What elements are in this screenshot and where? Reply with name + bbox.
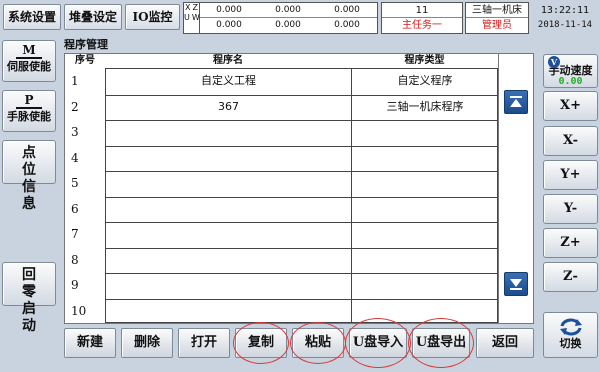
copy-button[interactable]: 复制: [235, 328, 287, 358]
table-header: 序号 程序名 程序类型: [65, 54, 498, 68]
handwheel-enable-label: 手脉使能: [7, 110, 51, 123]
handwheel-enable-button[interactable]: P 手脉使能: [2, 90, 56, 132]
row-program-type[interactable]: 自定义程序: [352, 74, 498, 88]
scroll-bottom-button[interactable]: [504, 272, 528, 296]
user-role: 管理员: [482, 20, 512, 31]
scroll-top-button[interactable]: [504, 90, 528, 114]
row-index: 6: [71, 201, 79, 216]
clock: 13:22:11 2018-11-14: [532, 3, 598, 32]
row-divider: [106, 273, 497, 274]
clock-time: 13:22:11: [540, 5, 590, 16]
switch-label: 切换: [559, 337, 582, 350]
row-index: 7: [71, 227, 79, 241]
stack-settings-button[interactable]: 堆叠设定: [64, 4, 122, 30]
column-name-header: 程序名: [213, 55, 243, 66]
clock-date: 2018-11-14: [537, 20, 593, 30]
row-index: 8: [71, 252, 79, 267]
row-divider: [106, 145, 497, 147]
coord-v-value: 0.000: [275, 20, 301, 30]
task-name: 主任务一: [402, 20, 442, 31]
column-type-header: 程序类型: [404, 55, 445, 66]
row-divider: [106, 298, 497, 300]
coord-x-value: 0.000: [216, 5, 242, 15]
coord-w-value: 0.000: [334, 20, 360, 30]
manual-speed-button[interactable]: V 手动速度 0.00: [543, 54, 598, 88]
coord-z-value: 0.000: [334, 5, 360, 15]
row-divider: [106, 222, 497, 223]
system-settings-button[interactable]: 系统设置: [3, 4, 61, 30]
axis-labels: XZ UW: [184, 3, 200, 33]
new-button[interactable]: 新建: [64, 328, 116, 358]
row-program-name[interactable]: 367: [106, 100, 351, 114]
row-divider: [106, 94, 497, 96]
coord-y-value: 0.000: [275, 5, 301, 15]
row-index: 9: [71, 278, 79, 292]
open-button[interactable]: 打开: [178, 328, 230, 358]
jog-y-plus-button[interactable]: Y+: [543, 160, 598, 190]
machine-mode: 三轴一机床 管理员: [465, 2, 529, 34]
point-info-line2: 信 息: [22, 179, 44, 212]
row-index: 3: [71, 125, 79, 139]
coord-u-value: 0.000: [216, 20, 242, 30]
machine-type: 三轴一机床: [466, 3, 528, 18]
row-divider: [106, 120, 497, 121]
top-bar: 系统设置 堆叠设定 IO监控 XZ UW 0.000 0.000 0.000 0…: [0, 0, 600, 36]
page-title: 程序管理: [64, 38, 108, 51]
row-program-type[interactable]: 三轴一机床程序: [352, 100, 498, 114]
jog-z-minus-button[interactable]: Z-: [543, 262, 598, 292]
point-info-line1: 点 位: [22, 145, 44, 178]
program-table: 序号 程序名 程序类型 1 自定义工程 自定义程序 2 367 三轴一机床程序 3 4 5 6 7 8…: [64, 53, 499, 324]
back-button[interactable]: 返回: [476, 328, 534, 358]
return-home-line1: 回 零: [22, 267, 44, 300]
pulse-p-icon: P: [16, 94, 42, 109]
row-divider: [106, 247, 497, 249]
table-scroll-column: [499, 53, 534, 324]
row-index: 4: [71, 150, 79, 165]
coordinate-display: XZ UW 0.000 0.000 0.000 0.000 0.000 0.00…: [183, 2, 378, 34]
usb-import-button[interactable]: U盘导入: [349, 328, 407, 358]
paste-button[interactable]: 粘贴: [292, 328, 344, 358]
jog-z-plus-button[interactable]: Z+: [543, 228, 598, 258]
row-index: 1: [71, 74, 79, 88]
cycle-arrows-icon: [559, 318, 582, 336]
point-info-button[interactable]: 点 位 信 息: [2, 140, 56, 212]
io-monitor-button[interactable]: IO监控: [125, 4, 180, 30]
axis-u-label: U: [184, 13, 190, 22]
axis-w-label: W: [191, 13, 200, 22]
task-status: 11 主任务一: [381, 2, 463, 34]
return-home-line2: 启 动: [22, 301, 44, 334]
column-index-header: 序号: [75, 55, 95, 66]
jog-x-minus-button[interactable]: X-: [543, 126, 598, 156]
axis-x-label: X: [185, 3, 191, 12]
servo-enable-label: 伺服使能: [7, 60, 51, 73]
delete-button[interactable]: 删除: [121, 328, 173, 358]
row-divider: [106, 196, 497, 198]
row-index: 10: [71, 303, 87, 318]
jog-x-plus-button[interactable]: X+: [543, 91, 598, 121]
task-count: 11: [382, 3, 462, 18]
manual-speed-value: 0.00: [558, 76, 583, 87]
usb-export-button[interactable]: U盘导出: [412, 328, 470, 358]
return-home-button[interactable]: 回 零 启 动: [2, 262, 56, 334]
scroll-bottom-icon: [510, 279, 522, 290]
row-program-name[interactable]: 自定义工程: [106, 74, 351, 88]
servo-enable-button[interactable]: M 伺服使能: [2, 40, 56, 82]
row-index: 2: [71, 99, 79, 114]
row-index: 5: [71, 176, 79, 190]
row-divider: [106, 171, 497, 172]
speed-v-icon: V: [548, 56, 560, 68]
scroll-top-icon: [510, 96, 522, 107]
axis-z-label: Z: [192, 3, 198, 12]
switch-button[interactable]: 切换: [543, 312, 598, 358]
jog-y-minus-button[interactable]: Y-: [543, 194, 598, 224]
servo-m-icon: M: [16, 44, 42, 59]
